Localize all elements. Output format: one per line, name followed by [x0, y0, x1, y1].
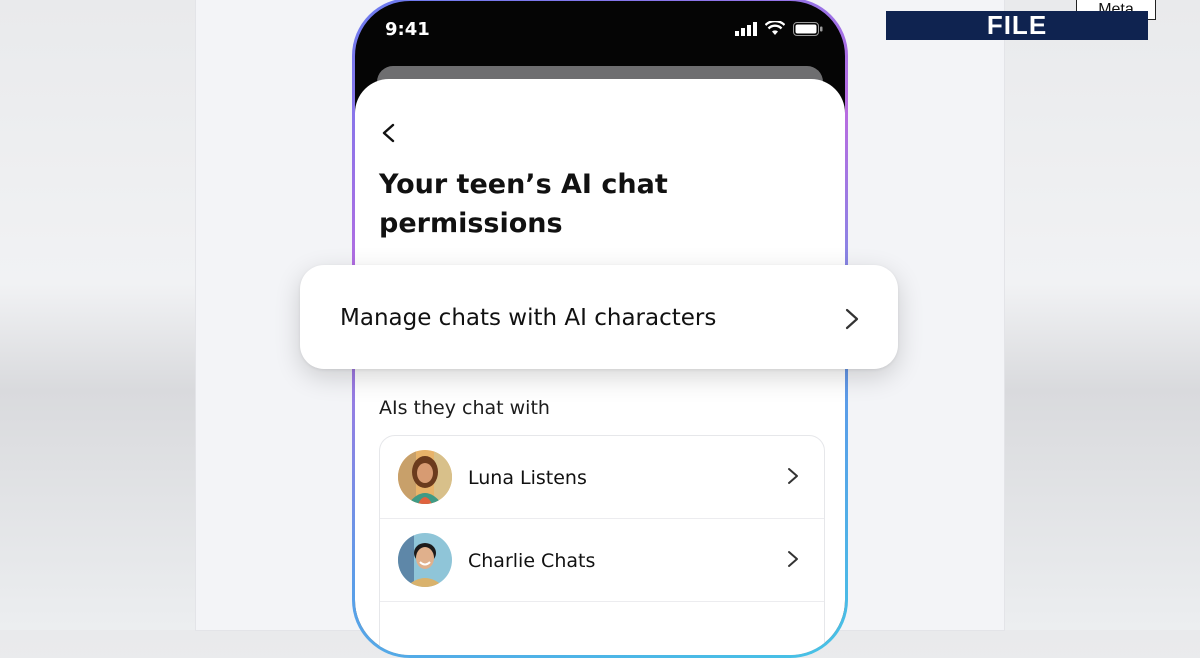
wifi-icon	[765, 21, 785, 35]
status-icons	[735, 21, 823, 36]
avatar	[398, 450, 452, 504]
status-time: 9:41	[385, 19, 430, 40]
file-badge: FILE	[886, 10, 1148, 40]
chevron-right-icon	[845, 308, 859, 330]
signal-icon	[735, 21, 757, 36]
back-arrow-icon[interactable]	[379, 123, 399, 143]
list-item-more[interactable]	[380, 602, 824, 655]
manage-chats-label: Manage chats with AI characters	[340, 305, 717, 331]
list-item-charlie[interactable]: Charlie Chats	[380, 519, 824, 602]
ai-character-list: Luna Listens Charlie Chats	[379, 435, 825, 655]
ai-name: Luna Listens	[468, 467, 587, 489]
section-label: AIs they chat with	[379, 397, 550, 419]
man-avatar-icon	[398, 533, 452, 587]
battery-icon	[793, 21, 823, 36]
woman-avatar-icon	[398, 450, 452, 504]
chevron-right-icon	[788, 468, 798, 484]
status-bar: 9:41	[355, 19, 845, 43]
page-title: Your teen’s AI chat permissions	[379, 169, 668, 239]
manage-chats-card[interactable]: Manage chats with AI characters	[300, 265, 898, 369]
list-item-luna[interactable]: Luna Listens	[380, 436, 824, 519]
ai-name: Charlie Chats	[468, 550, 596, 572]
chevron-right-icon	[788, 551, 798, 567]
avatar	[398, 533, 452, 587]
